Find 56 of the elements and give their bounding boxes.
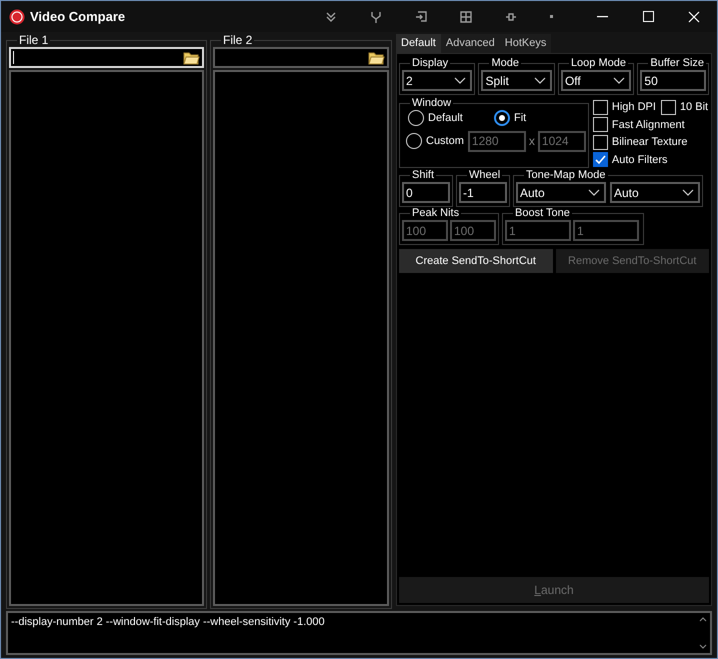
minimize-icon <box>596 16 608 18</box>
check-icon <box>594 153 607 166</box>
command-line-text: --display-number 2 --window-fit-display --wheel-sensitivity -1.000 <box>10 615 326 630</box>
chevron-down-icon <box>454 77 466 84</box>
group-label: Window <box>411 97 452 110</box>
group-label: Loop Mode <box>570 57 627 70</box>
input-field[interactable]: -1 <box>459 182 507 203</box>
checkbox[interactable]: Bilinear Texture <box>592 134 708 150</box>
scroll-up-icon[interactable] <box>699 617 707 622</box>
scroll-down-icon[interactable] <box>699 644 707 649</box>
group-label: Display <box>411 57 450 70</box>
app-logo-icon <box>9 8 25 24</box>
group-label: Tone-Map Mode <box>525 169 606 182</box>
group-label: Mode <box>490 57 520 70</box>
radio-option[interactable]: Fit <box>494 110 586 126</box>
command-line-field[interactable]: --display-number 2 --window-fit-display --wheel-sensitivity -1.000 <box>6 611 712 655</box>
checkbox[interactable]: High DPI <box>592 99 656 116</box>
panel-label: File 1 <box>18 34 50 47</box>
dropdown[interactable]: Auto <box>610 182 700 203</box>
folder-icon[interactable] <box>183 50 200 64</box>
checkbox[interactable]: 10 Bit <box>660 99 708 116</box>
checkbox[interactable]: Fast Alignment <box>592 116 708 133</box>
file-path-field[interactable] <box>213 47 389 68</box>
checkbox[interactable]: Auto Filters <box>592 152 708 168</box>
dropdown[interactable]: 2 <box>402 70 472 91</box>
radio-option[interactable]: Custom <box>406 132 464 150</box>
window-arrow-icon[interactable] <box>415 10 428 22</box>
close-icon <box>688 10 700 22</box>
fork-icon[interactable] <box>370 10 382 22</box>
double-chevron-icon[interactable] <box>325 10 338 22</box>
chevron-down-icon <box>534 77 546 84</box>
group-label: Wheel <box>468 169 502 182</box>
chevron-down-icon <box>588 189 600 196</box>
group-label: Peak Nits <box>411 207 460 220</box>
tab[interactable]: HotKeys <box>500 34 552 53</box>
checker-icon[interactable] <box>460 10 472 22</box>
group-label: Boost Tone <box>514 207 571 220</box>
window-title: Video Compare <box>30 8 126 26</box>
chevron-down-icon <box>682 189 694 196</box>
size-separator: x <box>528 133 535 150</box>
plug-icon[interactable] <box>505 10 518 22</box>
group-label: Shift <box>411 169 436 182</box>
folder-icon[interactable] <box>368 50 385 64</box>
input-field[interactable]: 50 <box>640 70 706 91</box>
panel-label: File 2 <box>222 34 254 47</box>
dropdown[interactable]: Auto <box>516 182 606 203</box>
dropdown[interactable]: Off <box>560 70 632 91</box>
tab[interactable]: Default <box>396 34 441 53</box>
radio-option[interactable]: Default <box>408 110 494 126</box>
shortcut-button[interactable]: Create SendTo-ShortCut <box>399 249 552 273</box>
chevron-down-icon <box>613 77 626 84</box>
dropdown[interactable]: Split <box>481 70 552 91</box>
tab[interactable]: Advanced <box>440 34 500 53</box>
maximize-icon <box>642 11 654 22</box>
input-field[interactable]: 0 <box>402 182 450 203</box>
group-label: Buffer Size <box>649 57 706 70</box>
